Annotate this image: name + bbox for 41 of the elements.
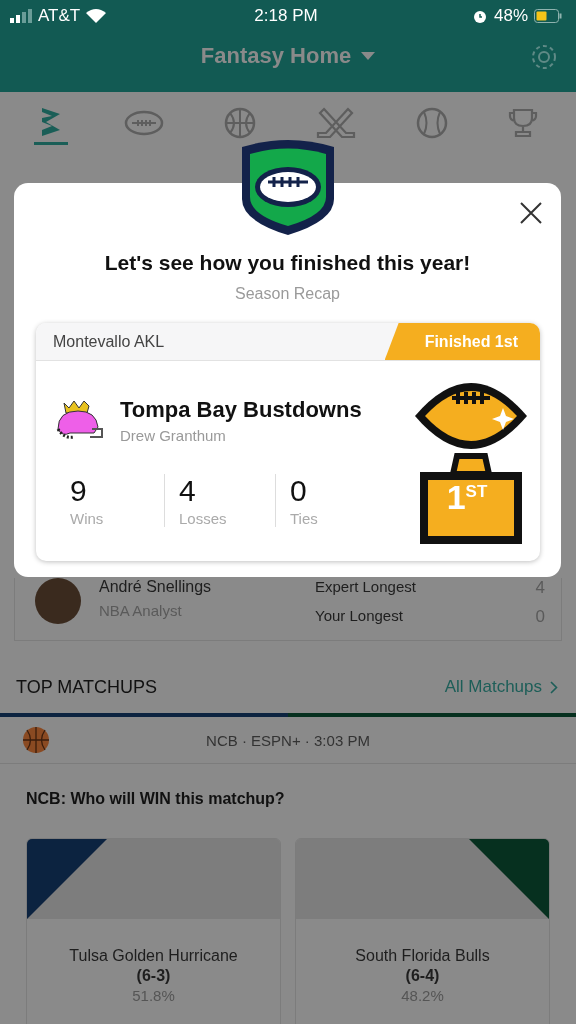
- rank-label: 1$^{ST}$: [445, 478, 489, 517]
- basketball-icon: [224, 107, 256, 139]
- stat-value: 4: [179, 474, 197, 508]
- stat-value: 9: [70, 474, 88, 508]
- expert-name: André Snellings: [99, 578, 212, 596]
- matchup-question: NCB: Who will WIN this matchup?: [25, 789, 286, 808]
- avatar: [35, 578, 81, 624]
- team-name: Tompa Bay Bustdowns: [120, 397, 362, 423]
- trophy-icon: [508, 107, 538, 139]
- game-info: NCB · ESPN+ · 3:03 PM: [205, 731, 371, 749]
- hockey-sticks-icon: [316, 107, 356, 139]
- signal-icon: [10, 9, 32, 23]
- stat-label: Expert Longest: [315, 578, 417, 597]
- baseball-icon: [416, 107, 448, 139]
- football-icon: [124, 109, 164, 137]
- team-name: South Florida Bulls: [354, 947, 491, 965]
- section-title: TOP MATCHUPS: [16, 676, 158, 698]
- stat-value: 0: [290, 474, 308, 508]
- stat-label: Losses: [179, 510, 228, 527]
- settings-icon[interactable]: [530, 43, 558, 71]
- stat-label: Ties: [290, 510, 319, 527]
- finish-badge: Finished 1st: [384, 323, 540, 360]
- stat-label: Your Longest: [315, 607, 404, 626]
- stat-label: Wins: [70, 510, 105, 527]
- basketball-icon: [22, 726, 50, 754]
- clock: 2:18 PM: [254, 6, 318, 26]
- carrier-label: AT&T: [38, 6, 81, 26]
- chevron-right-icon: [550, 680, 558, 694]
- dialog-title: Let's see how you finished this year!: [103, 251, 472, 275]
- dropdown-caret-icon[interactable]: [361, 52, 376, 60]
- page-title: Fantasy Home: [200, 43, 352, 69]
- team-record: (6-3): [135, 967, 172, 985]
- battery-percentage: 48%: [493, 6, 528, 26]
- alarm-clock-icon: [471, 8, 488, 24]
- owner-name: Drew Granthum: [120, 427, 227, 444]
- battery-icon: [534, 9, 562, 23]
- team-record: (6-4): [404, 967, 441, 985]
- team-name: Tulsa Golden Hurricane: [68, 947, 239, 965]
- dialog-subtitle: Season Recap: [234, 285, 341, 303]
- league-name: Montevallo AKL: [52, 332, 166, 352]
- wifi-icon: [86, 9, 107, 23]
